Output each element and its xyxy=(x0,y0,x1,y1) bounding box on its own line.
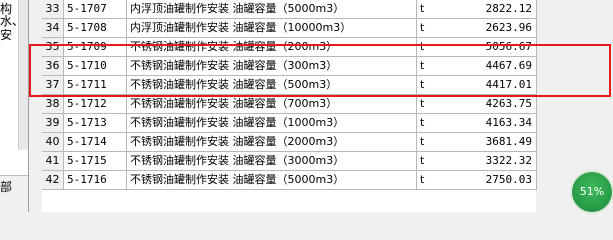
left-scrollbar[interactable] xyxy=(18,0,28,150)
price-cell[interactable]: 4163.34 xyxy=(453,114,537,133)
row-number: 34 xyxy=(42,19,64,37)
price-cell[interactable]: 4417.01 xyxy=(453,76,537,95)
quota-name: 不锈钢油罐制作安装 油罐容量（1000m3） xyxy=(127,114,417,132)
price-value: 3681.49 xyxy=(485,135,532,148)
price-value: 5056.67 xyxy=(485,40,532,53)
price-value: 2822.12 xyxy=(485,2,532,15)
left-bottom-tab[interactable]: 部 xyxy=(0,175,28,213)
quota-code: 5-1714 xyxy=(64,133,127,151)
row-number: 39 xyxy=(42,114,64,132)
price-value: 2623.96 xyxy=(485,21,532,34)
row-number: 33 xyxy=(42,0,64,18)
price-value: 4163.34 xyxy=(485,116,532,129)
quota-name: 不锈钢油罐制作安装 油罐容量（5000m3） xyxy=(127,171,417,189)
quota-code: 5-1707 xyxy=(64,0,127,18)
quota-code: 5-1709 xyxy=(64,38,127,56)
price-column: 2822.12 2623.96 5056.67 4467.69 4417.01 … xyxy=(453,0,537,212)
row-number: 41 xyxy=(42,152,64,170)
bottom-tab-label: 部 xyxy=(0,180,13,194)
price-cell[interactable]: 3322.32 xyxy=(453,152,537,171)
price-cell[interactable]: 5056.67 xyxy=(453,38,537,57)
price-cell[interactable]: 4263.75 xyxy=(453,95,537,114)
quota-name: 不锈钢油罐制作安装 油罐容量（700m3） xyxy=(127,95,417,113)
left-tree-panel: 构 水、 安 部 xyxy=(0,0,29,213)
price-value: 4417.01 xyxy=(485,78,532,91)
quota-name: 不锈钢油罐制作安装 油罐容量（2000m3） xyxy=(127,133,417,151)
quota-name: 不锈钢油罐制作安装 油罐容量（200m3） xyxy=(127,38,417,56)
price-value: 3322.32 xyxy=(485,154,532,167)
quota-code: 5-1713 xyxy=(64,114,127,132)
price-cell[interactable]: 3681.49 xyxy=(453,133,537,152)
quota-name: 内浮顶油罐制作安装 油罐容量（10000m3） xyxy=(127,19,417,37)
price-cell[interactable]: 2822.12 xyxy=(453,0,537,19)
row-number: 36 xyxy=(42,57,64,75)
price-cell[interactable]: 4467.69 xyxy=(453,57,537,76)
tree-fragment-3[interactable]: 安 xyxy=(0,26,18,43)
row-number: 38 xyxy=(42,95,64,113)
price-cell[interactable]: 2750.03 xyxy=(453,171,537,190)
price-value: 2750.03 xyxy=(485,173,532,186)
row-number: 37 xyxy=(42,76,64,94)
progress-badge[interactable]: 51% xyxy=(572,172,612,212)
row-number: 40 xyxy=(42,133,64,151)
quota-code: 5-1716 xyxy=(64,171,127,189)
quota-name: 不锈钢油罐制作安装 油罐容量（300m3） xyxy=(127,57,417,75)
quota-name: 不锈钢油罐制作安装 油罐容量（500m3） xyxy=(127,76,417,94)
row-number: 42 xyxy=(42,171,64,189)
quota-name: 不锈钢油罐制作安装 油罐容量（3000m3） xyxy=(127,152,417,170)
row-number: 35 xyxy=(42,38,64,56)
price-cell[interactable]: 2623.96 xyxy=(453,19,537,38)
quota-code: 5-1712 xyxy=(64,95,127,113)
price-value: 4467.69 xyxy=(485,59,532,72)
price-value: 4263.75 xyxy=(485,97,532,110)
quota-name: 内浮顶油罐制作安装 油罐容量（5000m3） xyxy=(127,0,417,18)
quota-code: 5-1715 xyxy=(64,152,127,170)
quota-code: 5-1708 xyxy=(64,19,127,37)
quota-code: 5-1711 xyxy=(64,76,127,94)
quota-code: 5-1710 xyxy=(64,57,127,75)
